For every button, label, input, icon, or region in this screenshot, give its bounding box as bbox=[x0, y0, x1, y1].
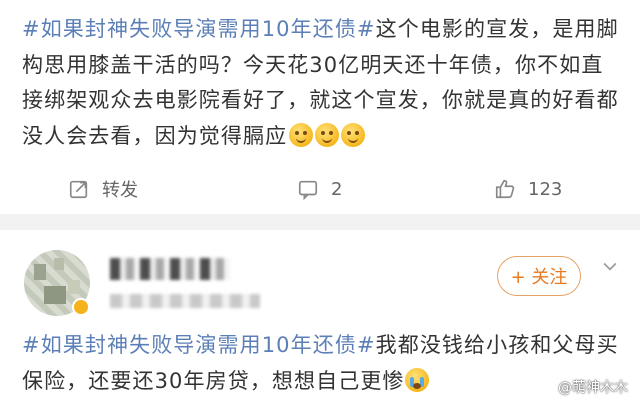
repost-button[interactable]: 转发 bbox=[68, 166, 138, 212]
post-meta-blurred bbox=[110, 294, 260, 308]
post-text-1: #如果封神失败导演需用10年还债#这个电影的宣发，是用脚构思用膝盖干活的吗？今天… bbox=[22, 12, 622, 154]
comment-icon bbox=[298, 180, 318, 200]
chevron-down-icon[interactable] bbox=[600, 256, 620, 276]
topic-link[interactable]: #如果封神失败导演需用10年还债# bbox=[22, 333, 376, 357]
watermark: @萌神木木 bbox=[536, 377, 628, 397]
post-divider bbox=[0, 214, 640, 230]
post-card-1: #如果封神失败导演需用10年还债#这个电影的宣发，是用脚构思用膝盖干活的吗？今天… bbox=[0, 0, 640, 214]
watermark-logo-icon bbox=[536, 378, 554, 396]
crying-emoji-icon bbox=[404, 368, 429, 392]
repost-label: 转发 bbox=[102, 180, 138, 201]
repost-icon bbox=[69, 180, 88, 199]
username-blurred[interactable] bbox=[110, 258, 230, 280]
laugh-cry-emoji-icon bbox=[341, 122, 366, 147]
follow-button[interactable]: + 关注 bbox=[497, 256, 581, 296]
action-bar: 转发 2 123 bbox=[0, 166, 640, 212]
thumbs-up-icon bbox=[495, 179, 515, 199]
like-button[interactable]: 123 bbox=[494, 166, 562, 212]
comment-count: 2 bbox=[331, 178, 343, 200]
comment-button[interactable]: 2 bbox=[297, 166, 342, 212]
laugh-cry-emoji-icon bbox=[315, 122, 340, 147]
laugh-cry-emoji-icon bbox=[289, 122, 314, 147]
topic-link[interactable]: #如果封神失败导演需用10年还债# bbox=[22, 17, 376, 41]
watermark-text: @萌神木木 bbox=[558, 380, 628, 396]
verified-badge-icon bbox=[72, 298, 90, 316]
like-count: 123 bbox=[528, 178, 563, 200]
post-text-2: #如果封神失败导演需用10年还债#我都没钱给小孩和父母买保险，还要还30年房贷，… bbox=[22, 327, 622, 399]
